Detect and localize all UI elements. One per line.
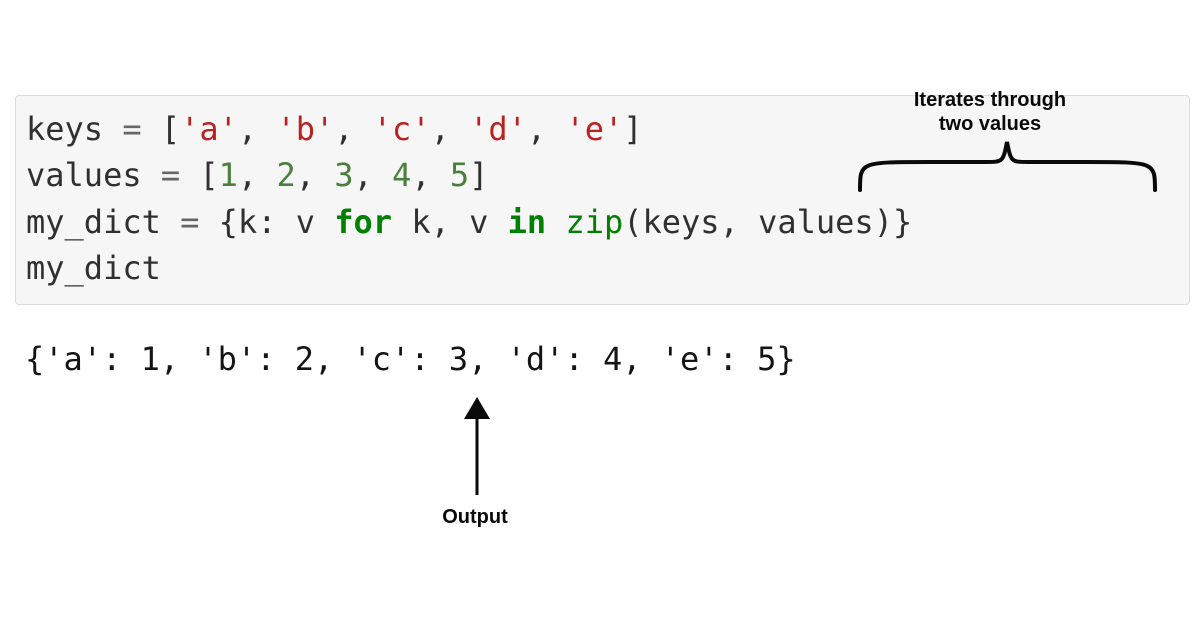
variable-mydict-eval: my_dict (26, 249, 161, 287)
output-text: {'a': 1, 'b': 2, 'c': 3, 'd': 4, 'e': 5} (25, 340, 796, 378)
assign-op: = (103, 110, 161, 148)
str-e: 'e' (565, 110, 623, 148)
keyword-in: in (508, 203, 547, 241)
variable-mydict: my_dict (26, 203, 161, 241)
bracket-close: ] (623, 110, 642, 148)
annotation-output: Output (410, 505, 540, 529)
paren-close: ) (874, 203, 893, 241)
str-c: 'c' (373, 110, 431, 148)
str-a: 'a' (180, 110, 238, 148)
num-5: 5 (450, 156, 469, 194)
var-k: k (238, 203, 257, 241)
str-d: 'd' (469, 110, 527, 148)
builtin-zip: zip (565, 203, 623, 241)
comma: , (527, 110, 566, 148)
brace-close: } (893, 203, 912, 241)
bracket-open: [ (199, 156, 218, 194)
paren-open: ( (623, 203, 642, 241)
comma: , (238, 110, 277, 148)
str-b: 'b' (276, 110, 334, 148)
annotation-iterates: Iterates throughtwo values (850, 88, 1130, 136)
comma: , (334, 110, 373, 148)
space (488, 203, 507, 241)
var-v: v (296, 203, 315, 241)
comma: , (296, 156, 335, 194)
space (546, 203, 565, 241)
comma: , (431, 203, 470, 241)
bracket-open: [ (161, 110, 180, 148)
comma: , (411, 156, 450, 194)
curly-brace-icon (855, 132, 1160, 194)
bracket-close: ] (469, 156, 488, 194)
comma: , (238, 156, 277, 194)
brace-open: { (219, 203, 238, 241)
variable-keys: keys (26, 110, 103, 148)
num-4: 4 (392, 156, 411, 194)
num-3: 3 (334, 156, 353, 194)
comma: , (354, 156, 393, 194)
variable-values: values (26, 156, 142, 194)
var-v: v (469, 203, 488, 241)
var-k: k (411, 203, 430, 241)
space (392, 203, 411, 241)
num-1: 1 (219, 156, 238, 194)
arg-keys: keys (643, 203, 720, 241)
assign-op: = (142, 156, 200, 194)
colon: : (257, 203, 296, 241)
space (315, 203, 334, 241)
comma: , (431, 110, 470, 148)
comma: , (720, 203, 759, 241)
arrow-up-icon (457, 395, 497, 500)
assign-op: = (161, 203, 219, 241)
num-2: 2 (276, 156, 295, 194)
arg-values: values (758, 203, 874, 241)
keyword-for: for (334, 203, 392, 241)
